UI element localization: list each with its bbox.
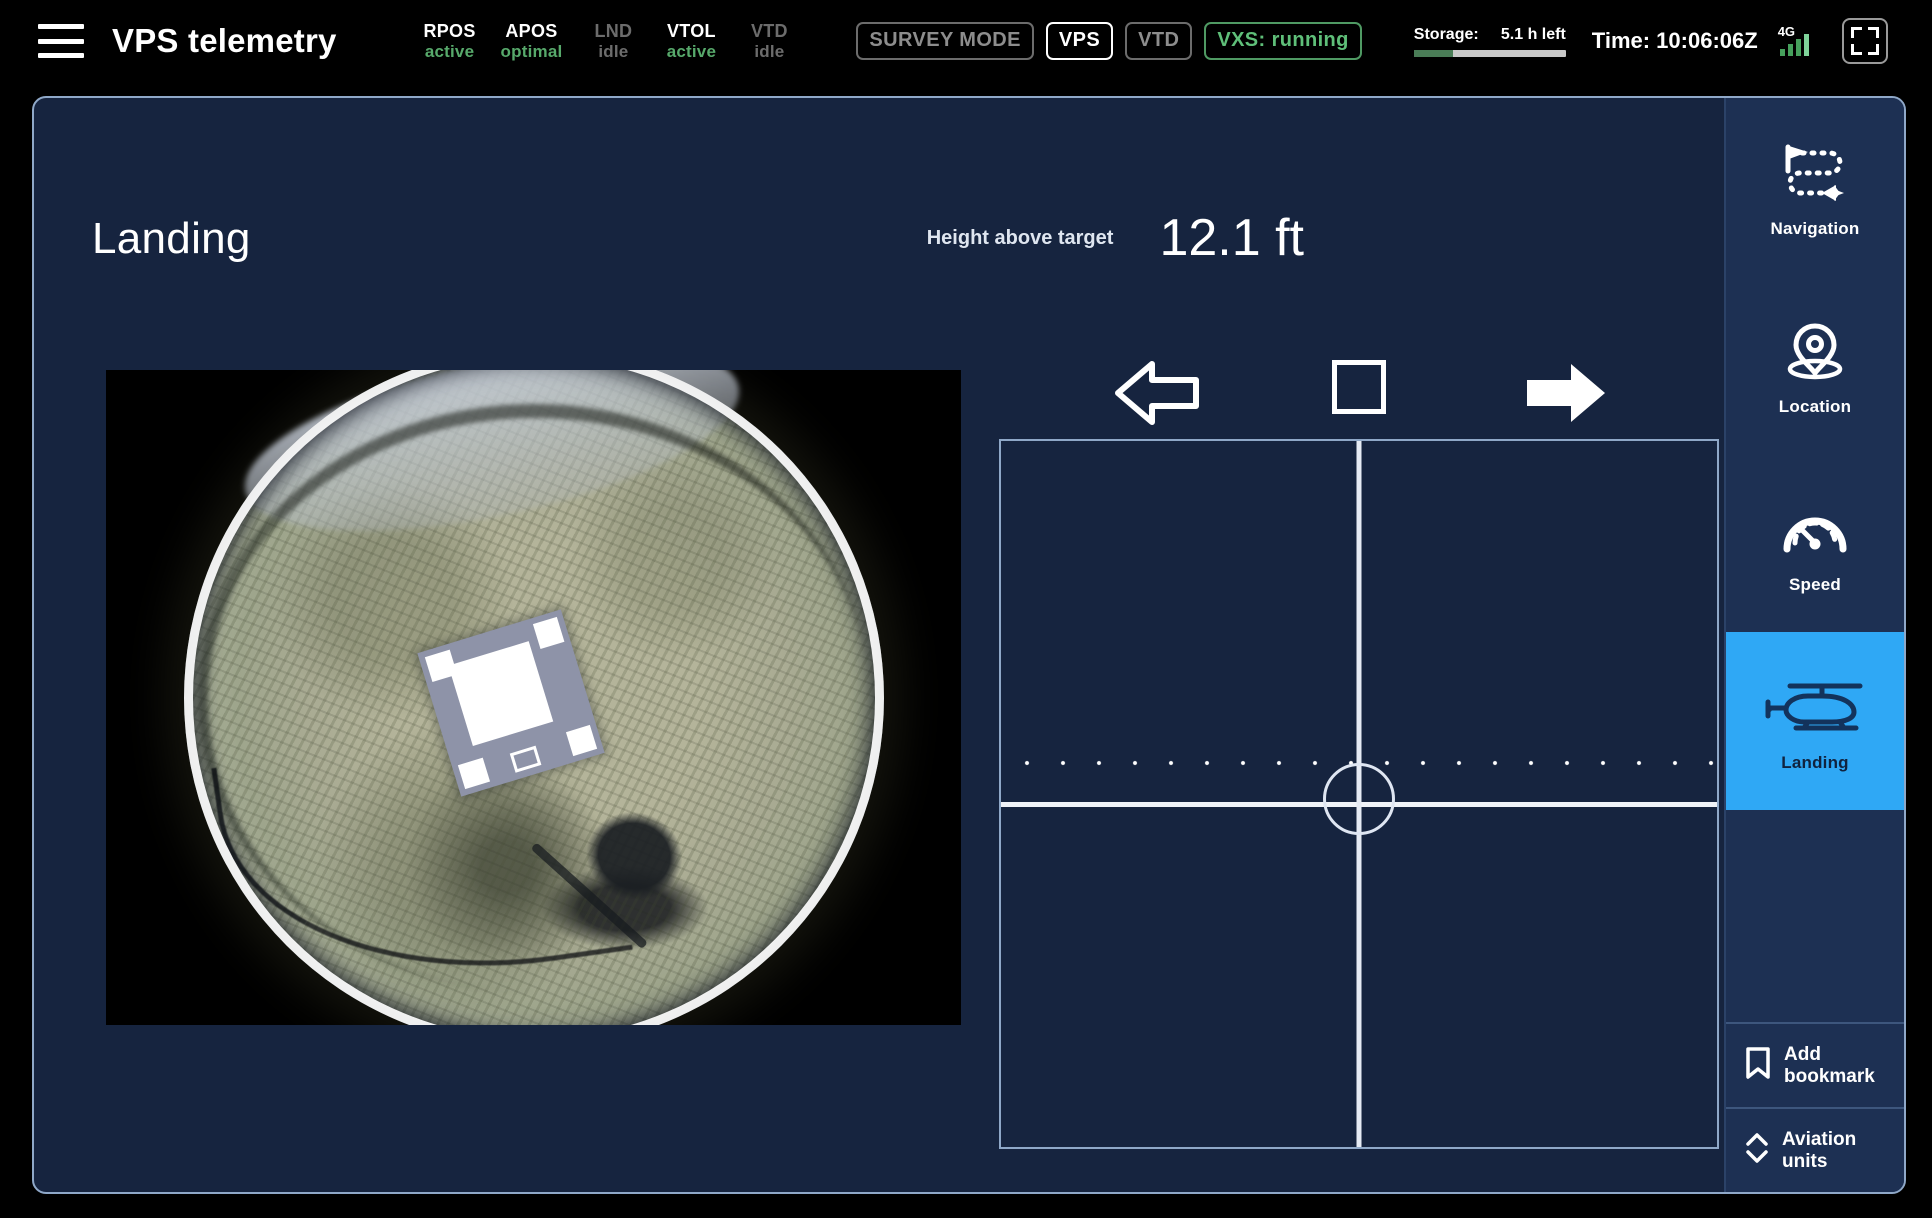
hamburger-bar	[38, 24, 84, 29]
chip-vtd[interactable]: VTD	[1125, 22, 1193, 60]
fisheye-camera-view[interactable]	[106, 370, 961, 1025]
height-value: 12.1 ft	[1159, 209, 1304, 267]
system-code: LND	[594, 21, 633, 42]
sidebar-item-location[interactable]: Location	[1726, 276, 1904, 454]
sidebar-add-bookmark[interactable]: Add bookmark	[1726, 1022, 1904, 1107]
system-code: APOS	[505, 21, 558, 42]
sidebar-item-label: Navigation	[1770, 219, 1860, 238]
clock-readout: Time: 10:06:06Z	[1591, 28, 1758, 53]
storage-label: Storage:	[1413, 25, 1479, 43]
sidebar-item-navigation[interactable]: Navigation	[1726, 98, 1904, 276]
guidance-cue-row	[999, 360, 1719, 430]
aviation-units-line2: units	[1782, 1150, 1828, 1172]
hamburger-bar	[38, 38, 84, 44]
system-state: active	[424, 41, 475, 61]
system-state: active	[666, 41, 717, 61]
fullscreen-icon[interactable]	[1842, 18, 1888, 64]
system-code: VTD	[750, 21, 788, 42]
right-sidebar: Navigation Location Speed Landing Add bo…	[1724, 98, 1904, 1192]
signal-bar	[1787, 44, 1793, 56]
page-title: Landing	[92, 214, 251, 263]
main-panel: Landing Height above target 12.1 ft Navi…	[32, 96, 1906, 1194]
fullscreen-corner	[1851, 27, 1862, 38]
storage-bar-track	[1413, 49, 1566, 57]
fisheye-circle	[183, 370, 884, 1025]
arrow-right-solid-icon[interactable]	[1523, 360, 1609, 431]
signal-bar	[1803, 34, 1809, 56]
signal-bars-icon: 4G	[1778, 24, 1820, 58]
system-status-vtd: VTD idle	[742, 21, 796, 60]
sidebar-item-label: Speed	[1788, 575, 1842, 594]
storage-bar-fill	[1413, 49, 1454, 57]
signal-bar	[1779, 49, 1785, 56]
signal-bar-group	[1779, 34, 1809, 56]
aviation-units-line1: Aviation	[1782, 1129, 1857, 1151]
system-status-rpos: RPOS active	[423, 21, 477, 60]
sidebar-aviation-units[interactable]: Aviation units	[1726, 1107, 1904, 1192]
helicopter-icon	[1760, 669, 1870, 745]
bookmark-icon	[1744, 1046, 1772, 1085]
add-bookmark-label: Add bookmark	[1784, 1044, 1875, 1087]
speedometer-icon	[1779, 491, 1851, 567]
chip-vxs-running[interactable]: VXS: running	[1204, 22, 1362, 60]
sidebar-item-landing[interactable]: Landing	[1726, 632, 1904, 810]
fisheye-rim	[184, 370, 884, 1025]
signal-bar	[1795, 39, 1801, 56]
fullscreen-corner	[1868, 27, 1879, 38]
height-caption: Height above target	[926, 226, 1114, 249]
top-status-bar: VPS telemetry RPOS active APOS optimal L…	[0, 0, 1932, 82]
map-pin-icon	[1782, 313, 1848, 389]
chip-survey-mode[interactable]: SURVEY MODE	[856, 22, 1034, 60]
sidebar-item-label: Landing	[1781, 753, 1849, 772]
fullscreen-corner	[1868, 44, 1879, 55]
system-state: idle	[598, 41, 629, 61]
storage-indicator: Storage: 5.1 h left	[1413, 25, 1566, 57]
add-bookmark-line1: Add	[1784, 1044, 1821, 1066]
system-status-vtol: VTOL active	[664, 21, 718, 60]
height-above-target-readout: Height above target 12.1 ft	[927, 208, 1304, 268]
chip-vps[interactable]: VPS	[1045, 22, 1114, 60]
landing-guidance-panel[interactable]	[999, 439, 1719, 1149]
app-title: VPS telemetry	[112, 22, 337, 59]
aviation-units-label: Aviation units	[1782, 1129, 1856, 1172]
mode-chip-group: SURVEY MODE VPS VTD VXS: running	[856, 22, 1362, 60]
system-state: optimal	[500, 41, 563, 61]
target-ring	[1323, 763, 1395, 835]
add-bookmark-line2: bookmark	[1784, 1065, 1875, 1087]
sidebar-item-speed[interactable]: Speed	[1726, 454, 1904, 632]
hamburger-menu-icon[interactable]	[38, 24, 84, 58]
square-outline-icon[interactable]	[1332, 360, 1386, 414]
fullscreen-corner	[1851, 44, 1862, 55]
arrow-left-outline-icon[interactable]	[1114, 360, 1200, 431]
system-status-apos: APOS optimal	[501, 21, 563, 60]
chevron-updown-icon	[1744, 1129, 1770, 1172]
route-flag-plane-icon	[1778, 135, 1852, 211]
sidebar-item-label: Location	[1778, 397, 1852, 416]
hamburger-bar	[38, 53, 84, 58]
system-state: idle	[754, 41, 785, 61]
storage-value: 5.1 h left	[1500, 25, 1566, 43]
system-code: RPOS	[423, 21, 476, 42]
system-status-lnd: LND idle	[586, 21, 640, 60]
system-status-group: RPOS active APOS optimal LND idle VTOL a…	[423, 21, 797, 60]
centered-square	[1332, 360, 1386, 414]
system-code: VTOL	[666, 21, 716, 42]
